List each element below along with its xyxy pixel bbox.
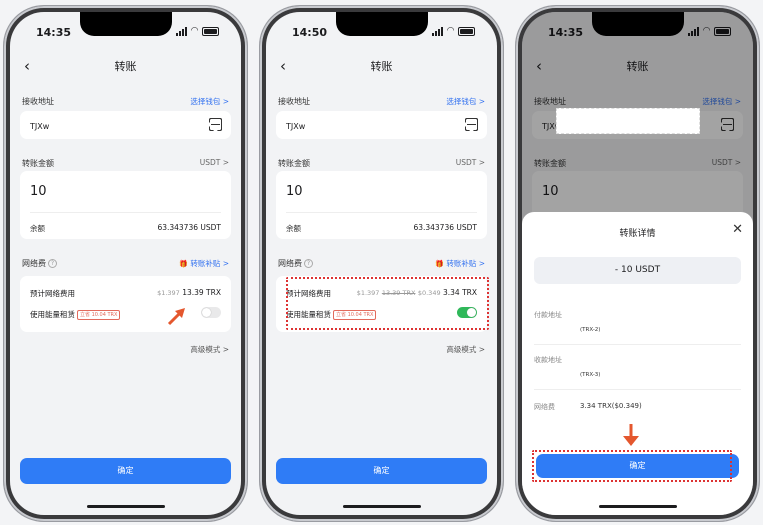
subsidy-link[interactable]: 🎁 转账补贴 > — [435, 258, 485, 269]
fee-card: 预计网络费用 $1.397 13.39 TRX 使用能量租赁 立省 10.04 T… — [20, 276, 231, 332]
confirm-button[interactable]: 确定 — [20, 458, 231, 484]
help-icon[interactable]: ? — [304, 259, 313, 268]
battery-icon — [202, 27, 219, 36]
notch — [591, 12, 684, 36]
close-icon[interactable]: ✕ — [732, 222, 743, 237]
scan-icon[interactable] — [465, 118, 478, 131]
from-address-hint: (TRX-2) — [580, 327, 601, 333]
signal-icon — [176, 27, 188, 36]
to-address-hint: (TRX-3) — [580, 372, 601, 378]
notch — [79, 12, 172, 36]
screen: 14:50 ◠ ‹ 转账 接收地址 选择钱包 > TJXw 转账金额 USDT … — [266, 12, 497, 515]
notch — [335, 12, 428, 36]
select-wallet-link[interactable]: 选择钱包 > — [446, 96, 485, 107]
amount-input[interactable]: 10 — [286, 184, 303, 199]
wifi-icon: ◠ — [447, 26, 454, 36]
transfer-details-sheet: 转账详情 ✕ - 10 USDT 付款地址 (TRX-2) 收款地址 (TRX-… — [522, 212, 753, 515]
status-time: 14:50 — [292, 26, 328, 39]
amount-label: 转账金额 — [22, 159, 54, 168]
currency-select[interactable]: USDT > — [200, 158, 229, 167]
screen: 14:35 ◠ ‹ 转账 接收地址 选择钱包 > TJXw 转账金额 USDT … — [10, 12, 241, 515]
address-field[interactable]: TJXw — [276, 111, 487, 139]
nav-bar: ‹ 转账 — [10, 58, 241, 80]
signal-icon — [432, 27, 444, 36]
nav-bar: ‹ 转账 — [266, 58, 497, 80]
redaction-mask — [556, 108, 700, 134]
pointer-arrow-icon — [623, 424, 639, 446]
fee-label: 网络费? — [278, 258, 313, 269]
address-value: TJXw — [286, 122, 306, 131]
currency-select[interactable]: USDT > — [456, 158, 485, 167]
page-title: 转账 — [114, 60, 137, 73]
advanced-mode-link[interactable]: 高级模式 > — [190, 344, 229, 355]
phone-screen-1: 14:35 ◠ ‹ 转账 接收地址 选择钱包 > TJXw 转账金额 USDT … — [4, 6, 247, 521]
balance-value: 63.343736 USDT — [413, 223, 477, 232]
amount-input[interactable]: 10 — [30, 184, 47, 199]
amount-label: 转账金额 — [278, 159, 310, 168]
to-address-label: 收款地址 — [534, 356, 562, 364]
recipient-label: 接收地址 — [22, 97, 54, 106]
home-indicator — [598, 505, 677, 508]
amount-card: 10 余额 63.343736 USDT — [20, 171, 231, 239]
energy-saving-badge: 立省 10.04 TRX — [77, 310, 121, 320]
phone-screen-2: 14:50 ◠ ‹ 转账 接收地址 选择钱包 > TJXw 转账金额 USDT … — [260, 6, 503, 521]
gift-icon: 🎁 — [435, 260, 444, 268]
from-address-label: 付款地址 — [534, 311, 562, 319]
help-icon[interactable]: ? — [48, 259, 57, 268]
screen: 14:35 ◠ ‹ 转账 接收地址 选择钱包 > TJXw 转账金额 USDT … — [522, 12, 753, 515]
balance-label: 余额 — [30, 224, 45, 233]
sheet-amount: - 10 USDT — [534, 257, 741, 284]
energy-rent-toggle[interactable] — [201, 307, 221, 318]
confirm-button[interactable]: 确定 — [276, 458, 487, 484]
battery-icon — [458, 27, 475, 36]
advanced-mode-link[interactable]: 高级模式 > — [446, 344, 485, 355]
scan-icon[interactable] — [209, 118, 222, 131]
address-field[interactable]: TJXw — [20, 111, 231, 139]
network-fee-value: 3.34 TRX($0.349) — [580, 402, 642, 410]
sheet-title: 转账详情 — [619, 229, 656, 239]
estimated-fee-value: $1.397 13.39 TRX — [157, 288, 221, 297]
address-value: TJXw — [30, 122, 50, 131]
phone-screen-3: 14:35 ◠ ‹ 转账 接收地址 选择钱包 > TJXw 转账金额 USDT … — [516, 6, 759, 521]
fee-label: 网络费? — [22, 258, 57, 269]
subsidy-link[interactable]: 🎁 转账补贴 > — [179, 258, 229, 269]
page-title: 转账 — [370, 60, 393, 73]
status-time: 14:35 — [36, 26, 72, 39]
amount-card: 10 余额 63.343736 USDT — [276, 171, 487, 239]
select-wallet-link[interactable]: 选择钱包 > — [190, 96, 229, 107]
recipient-label: 接收地址 — [278, 97, 310, 106]
back-icon[interactable]: ‹ — [24, 58, 30, 74]
stage: 14:35 ◠ ‹ 转账 接收地址 选择钱包 > TJXw 转账金额 USDT … — [0, 0, 763, 525]
highlight-box — [532, 450, 732, 482]
home-indicator — [86, 505, 165, 508]
back-icon[interactable]: ‹ — [280, 58, 286, 74]
pointer-arrow-icon — [167, 308, 185, 326]
balance-label: 余额 — [286, 224, 301, 233]
energy-rent-label: 使用能量租赁 立省 10.04 TRX — [30, 309, 121, 320]
home-indicator — [342, 505, 421, 508]
balance-value: 63.343736 USDT — [157, 223, 221, 232]
gift-icon: 🎁 — [179, 260, 188, 268]
network-fee-label: 网络费 — [534, 403, 555, 411]
wifi-icon: ◠ — [191, 26, 198, 36]
estimated-fee-label: 预计网络费用 — [30, 289, 75, 298]
highlight-box — [286, 277, 489, 330]
